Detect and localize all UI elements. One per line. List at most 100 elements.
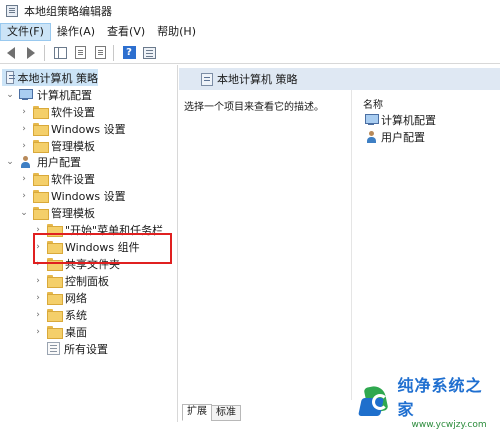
toolbar-separator — [44, 44, 45, 61]
back-arrow-icon — [7, 46, 15, 59]
folder-icon — [33, 207, 49, 220]
collapsed-chevron-icon[interactable]: › — [33, 289, 43, 306]
tree-item-start-menu[interactable]: › "开始"菜单和任务栏 — [33, 221, 163, 238]
grid-icon — [142, 46, 156, 59]
tree-item-cc-admin[interactable]: › 管理模板 — [19, 137, 95, 154]
menu-file[interactable]: 文件(F) — [0, 23, 51, 41]
folder-icon — [47, 292, 63, 305]
collapsed-chevron-icon[interactable]: › — [19, 137, 29, 154]
policy-icon — [6, 71, 15, 84]
tree-item-label: "开始"菜单和任务栏 — [65, 223, 164, 237]
policy-icon — [201, 72, 213, 86]
properties-button[interactable] — [71, 44, 89, 62]
export-icon — [94, 46, 106, 59]
tab-standard[interactable]: 标准 — [211, 405, 241, 421]
collapsed-chevron-icon[interactable]: › — [19, 120, 29, 137]
tree-item-label: 控制面板 — [65, 274, 109, 288]
collapsed-chevron-icon[interactable]: › — [33, 238, 43, 255]
forward-button[interactable] — [22, 44, 40, 62]
list-item-user-config[interactable]: 用户配置 — [361, 129, 425, 145]
document-icon — [74, 46, 86, 59]
computer-icon — [19, 88, 33, 101]
collapsed-chevron-icon[interactable]: › — [33, 272, 43, 289]
tree-item-label: 本地计算机 策略 — [17, 71, 99, 85]
list-item-label: 用户配置 — [381, 131, 425, 144]
filter-button[interactable] — [140, 44, 158, 62]
toolbar: ? — [0, 42, 500, 64]
folder-icon — [47, 275, 63, 288]
menu-help[interactable]: 帮助(H) — [151, 23, 202, 41]
collapsed-chevron-icon[interactable]: › — [33, 323, 43, 340]
folder-icon — [33, 140, 49, 153]
menu-view[interactable]: 查看(V) — [101, 23, 151, 41]
collapsed-chevron-icon[interactable]: › — [33, 306, 43, 323]
toolbar-separator — [113, 44, 114, 61]
show-hide-tree-button[interactable] — [51, 44, 69, 62]
details-header-title: 本地计算机 策略 — [217, 73, 298, 86]
tree-item-label: 用户配置 — [37, 155, 81, 169]
policy-editor-icon — [6, 5, 18, 17]
collapsed-chevron-icon[interactable]: › — [33, 221, 43, 238]
all-settings-icon — [47, 342, 60, 355]
folder-icon — [33, 173, 49, 186]
tree-item-label: 管理模板 — [51, 139, 95, 153]
tree-item-label: 所有设置 — [64, 342, 108, 356]
tree-item-user-config[interactable]: ⌄ 用户配置 — [5, 153, 81, 170]
folder-icon — [33, 190, 49, 203]
menu-action[interactable]: 操作(A) — [51, 23, 101, 41]
tree-item-computer-config[interactable]: ⌄ 计算机配置 — [5, 86, 92, 103]
expanded-chevron-icon[interactable]: ⌄ — [19, 204, 29, 221]
back-button[interactable] — [2, 44, 20, 62]
folder-icon — [47, 309, 63, 322]
pane-divider — [351, 90, 352, 400]
folder-icon — [47, 224, 63, 237]
collapsed-chevron-icon[interactable]: › — [19, 170, 29, 187]
watermark-logo-icon — [358, 384, 394, 418]
tree-item-control-panel[interactable]: › 控制面板 — [33, 272, 109, 289]
watermark: 纯净系统之家 www.ycwjzy.com — [358, 376, 498, 430]
title-bar: 本地组策略编辑器 — [0, 0, 500, 22]
tree-item-uc-admin[interactable]: ⌄ 管理模板 — [19, 204, 95, 221]
watermark-title: 纯净系统之家 — [397, 376, 483, 419]
collapsed-chevron-icon[interactable]: › — [19, 103, 29, 120]
tree-item-all-settings[interactable]: 所有设置 — [33, 340, 108, 357]
list-item-computer-config[interactable]: 计算机配置 — [361, 112, 436, 128]
tree-item-desktop[interactable]: › 桌面 — [33, 323, 87, 340]
console-tree-icon — [53, 46, 67, 59]
tree-item-root[interactable]: 本地计算机 策略 — [2, 69, 98, 86]
expanded-chevron-icon[interactable]: ⌄ — [5, 153, 15, 170]
tree-item-network[interactable]: › 网络 — [33, 289, 87, 306]
tree-item-label: Windows 设置 — [51, 189, 126, 203]
tree-item-uc-windows[interactable]: › Windows 设置 — [19, 187, 126, 204]
column-header-name[interactable]: 名称 — [363, 96, 383, 111]
tree-item-label: 共享文件夹 — [65, 257, 120, 271]
details-pane: 本地计算机 策略 选择一个项目来查看它的描述。 名称 计算机配置 用户配置 扩展… — [179, 65, 500, 422]
collapsed-chevron-icon[interactable]: › — [33, 255, 43, 272]
tree-item-cc-software[interactable]: › 软件设置 — [19, 103, 95, 120]
tree-item-windows-components[interactable]: › Windows 组件 — [33, 238, 140, 255]
window-title: 本地组策略编辑器 — [24, 5, 112, 18]
description-text: 选择一个项目来查看它的描述。 — [184, 102, 324, 113]
help-icon: ? — [122, 46, 136, 59]
tree-item-uc-software[interactable]: › 软件设置 — [19, 170, 95, 187]
folder-icon — [47, 258, 63, 271]
console-tree: 本地计算机 策略 ⌄ 计算机配置 › 软件设置 › Windows 设置 › 管… — [0, 65, 178, 422]
user-icon — [365, 131, 379, 143]
tree-item-label: 管理模板 — [51, 206, 95, 220]
collapsed-chevron-icon[interactable]: › — [19, 187, 29, 204]
expanded-chevron-icon[interactable]: ⌄ — [5, 86, 15, 103]
tree-item-shared-folders[interactable]: › 共享文件夹 — [33, 255, 120, 272]
tree-item-label: 桌面 — [65, 325, 87, 339]
tree-item-system[interactable]: › 系统 — [33, 306, 87, 323]
tab-extended[interactable]: 扩展 — [182, 404, 212, 421]
export-list-button[interactable] — [91, 44, 109, 62]
computer-icon — [365, 114, 379, 126]
forward-arrow-icon — [27, 46, 35, 59]
tree-item-label: 网络 — [65, 291, 87, 305]
tree-item-cc-windows[interactable]: › Windows 设置 — [19, 120, 126, 137]
tree-item-label: 软件设置 — [51, 105, 95, 119]
folder-icon — [33, 106, 49, 119]
help-button[interactable]: ? — [120, 44, 138, 62]
tree-item-label: 软件设置 — [51, 172, 95, 186]
